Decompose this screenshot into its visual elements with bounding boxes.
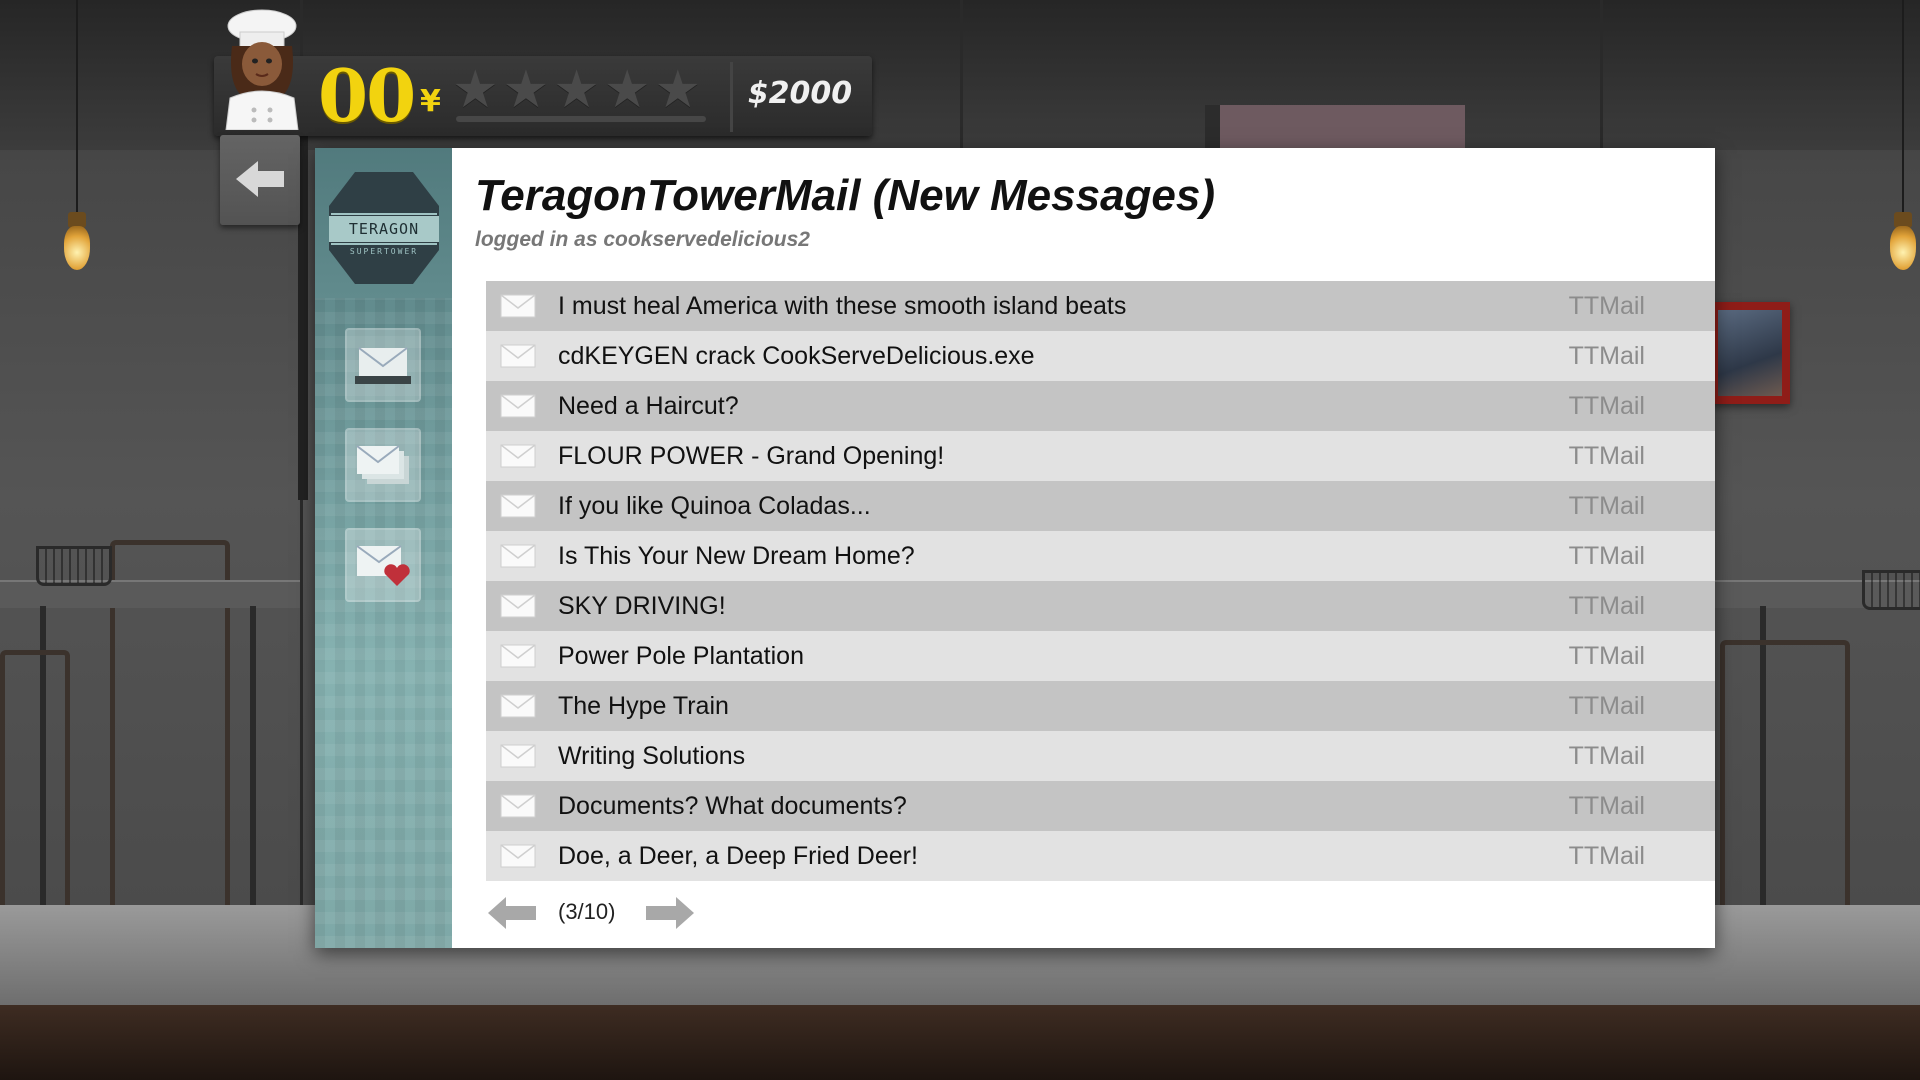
message-row[interactable]: SKY DRIVING! TTMail (486, 581, 1715, 631)
message-row[interactable]: Writing Solutions TTMail (486, 731, 1715, 781)
message-list: I must heal America with these smooth is… (486, 281, 1715, 881)
arrow-left-icon (236, 161, 284, 197)
lamp-cord (1902, 0, 1904, 215)
chef-avatar (225, 9, 299, 130)
hud-divider (730, 62, 733, 132)
teragon-logo: TERAGON SUPERTOWER (329, 172, 439, 284)
inbox-button[interactable] (345, 328, 421, 402)
message-sender: TTMail (1568, 592, 1645, 620)
next-page-button[interactable] (642, 893, 696, 933)
mail-content: TeragonTowerMail (New Messages) logged i… (452, 148, 1715, 948)
star-icon: ★ (603, 60, 651, 120)
star-icon: ★ (452, 60, 499, 120)
message-sender: TTMail (1568, 292, 1645, 320)
condiment-basket (1862, 570, 1920, 610)
page-indicator: (3/10) (558, 899, 616, 924)
counter-front (0, 1005, 1920, 1080)
chair (0, 650, 70, 905)
mail-window: TERAGON SUPERTOWER TeragonTowerMail (New… (315, 148, 1715, 948)
envelope-icon (500, 644, 536, 668)
envelope-icon (500, 444, 536, 468)
light-bulb-icon (1890, 226, 1916, 270)
stacked-mail-icon (356, 445, 409, 484)
message-sender: TTMail (1568, 792, 1645, 820)
inbox-icon (355, 347, 411, 384)
lamp-cord (76, 0, 78, 215)
envelope-icon (500, 494, 536, 518)
envelope-icon (500, 844, 536, 868)
message-subject: Writing Solutions (558, 742, 746, 770)
chair (1720, 640, 1850, 905)
combo-counter: 00 (318, 53, 416, 138)
prev-page-button[interactable] (486, 893, 540, 933)
message-row[interactable]: The Hype Train TTMail (486, 681, 1715, 731)
message-subject: FLOUR POWER - Grand Opening! (558, 442, 945, 470)
message-row[interactable]: Is This Your New Dream Home? TTMail (486, 531, 1715, 581)
message-sender: TTMail (1568, 342, 1645, 370)
envelope-icon (500, 794, 536, 818)
light-bulb-icon (64, 226, 90, 270)
envelope-icon (500, 694, 536, 718)
message-sender: TTMail (1568, 492, 1645, 520)
mail-sidebar: TERAGON SUPERTOWER (315, 148, 452, 948)
pagination: (3/10) (486, 893, 786, 933)
star-rating: ★ ★ ★ ★ ★ (452, 62, 701, 118)
star-icon: ★ (553, 60, 600, 120)
message-row[interactable]: Doe, a Deer, a Deep Fried Deer! TTMail (486, 831, 1715, 881)
envelope-icon (500, 344, 536, 368)
envelope-icon (500, 544, 536, 568)
message-subject: The Hype Train (558, 692, 729, 720)
money-display: $2000 (747, 76, 853, 111)
envelope-icon (500, 394, 536, 418)
message-subject: Power Pole Plantation (558, 642, 804, 670)
envelope-icon (500, 294, 536, 318)
star-icon: ★ (654, 60, 702, 120)
message-row[interactable]: FLOUR POWER - Grand Opening! TTMail (486, 431, 1715, 481)
message-row[interactable]: Documents? What documents? TTMail (486, 781, 1715, 831)
message-sender: TTMail (1568, 692, 1645, 720)
message-sender: TTMail (1568, 842, 1645, 870)
message-subject: Documents? What documents? (558, 792, 907, 820)
message-subject: cdKEYGEN crack CookServeDelicious.exe (558, 342, 1035, 370)
condiment-basket (36, 546, 112, 586)
message-sender: TTMail (1568, 542, 1645, 570)
login-status: logged in as cookservedelicious2 (475, 228, 810, 251)
table-leg (250, 606, 256, 906)
logo-text: TERAGON (349, 220, 419, 238)
message-sender: TTMail (1568, 742, 1645, 770)
message-subject: Is This Your New Dream Home? (558, 542, 915, 570)
envelope-icon (500, 594, 536, 618)
page-title: TeragonTowerMail (New Messages) (475, 171, 1216, 220)
message-sender: TTMail (1568, 642, 1645, 670)
message-sender: TTMail (1568, 392, 1645, 420)
message-row[interactable]: Power Pole Plantation TTMail (486, 631, 1715, 681)
message-subject: SKY DRIVING! (558, 592, 726, 620)
message-row[interactable]: Need a Haircut? TTMail (486, 381, 1715, 431)
message-subject: Need a Haircut? (558, 392, 739, 420)
message-subject: I must heal America with these smooth is… (558, 292, 1127, 320)
heart-mail-icon (356, 545, 410, 586)
star-icon: ★ (502, 60, 550, 120)
envelope-icon (500, 744, 536, 768)
framed-picture (1710, 302, 1790, 404)
message-row[interactable]: I must heal America with these smooth is… (486, 281, 1715, 331)
message-row[interactable]: If you like Quinoa Coladas... TTMail (486, 481, 1715, 531)
favorites-button[interactable] (345, 528, 421, 602)
message-sender: TTMail (1568, 442, 1645, 470)
message-row[interactable]: cdKEYGEN crack CookServeDelicious.exe TTM… (486, 331, 1715, 381)
message-subject: Doe, a Deer, a Deep Fried Deer! (558, 842, 918, 870)
message-subject: If you like Quinoa Coladas... (558, 492, 871, 520)
back-button[interactable] (220, 135, 300, 225)
combo-unit-icon: ¥ (420, 84, 441, 119)
all-mail-button[interactable] (345, 428, 421, 502)
logo-subtext: SUPERTOWER (350, 247, 418, 256)
